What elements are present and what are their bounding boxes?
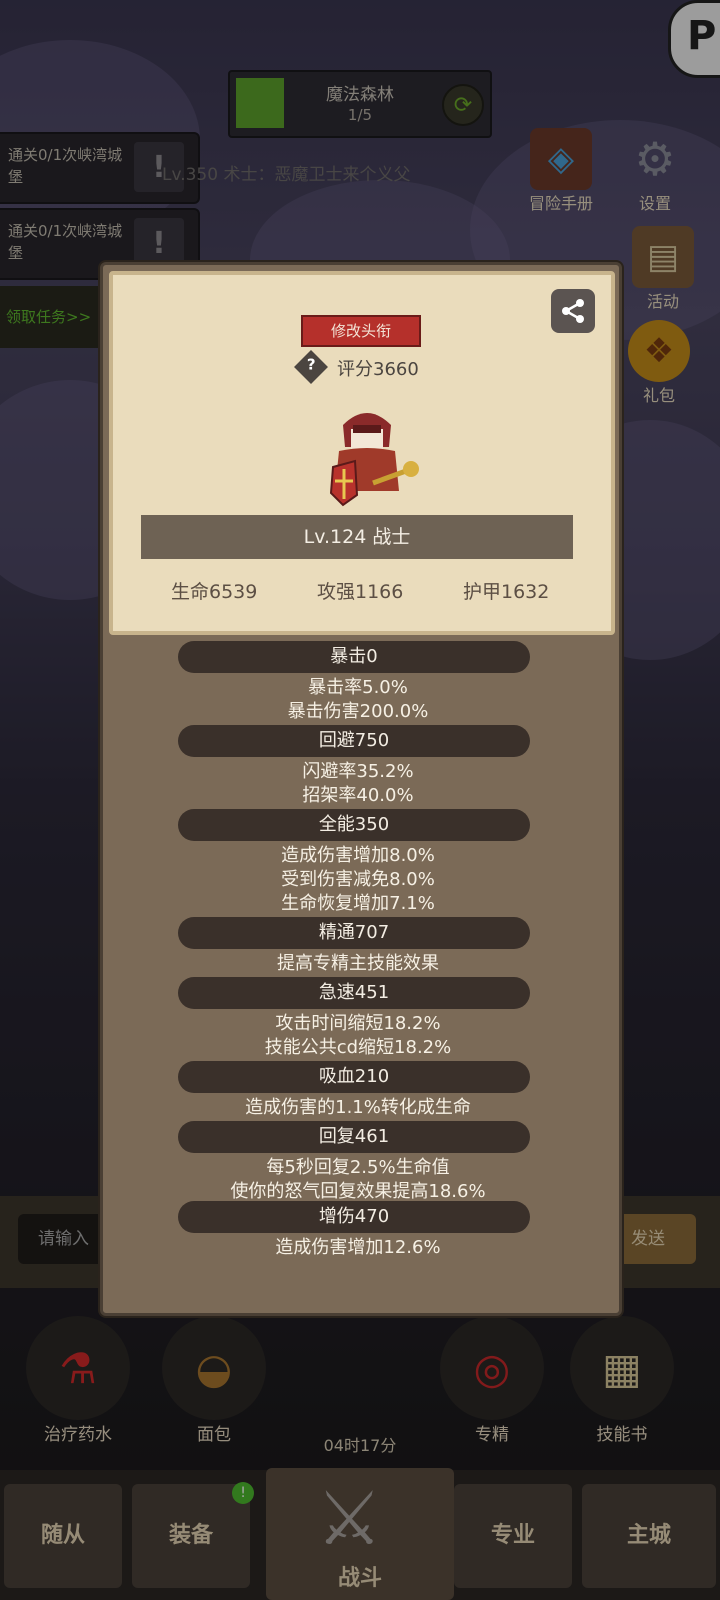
stat-line: 造成伤害的1.1%转化成生命 xyxy=(245,1097,471,1118)
stat-header-avoidance: 回避750 xyxy=(178,725,530,757)
stat-line: 使你的怒气回复效果提高18.6% xyxy=(230,1181,486,1202)
armor-stat: 护甲1632 xyxy=(463,581,550,603)
stat-header-mastery: 精通707 xyxy=(178,917,530,949)
share-icon[interactable] xyxy=(551,289,595,333)
hp-stat: 生命6539 xyxy=(171,581,258,603)
stat-header-damage-increase: 增伤470 xyxy=(178,1201,530,1233)
help-icon[interactable]: ? xyxy=(294,350,328,384)
character-profile-modal: 修改头衔 ? 评分3660 Lv.124 战士 生命6539 攻强1166 护甲… xyxy=(100,262,622,1316)
stat-line: 暴击伤害200.0% xyxy=(287,701,429,722)
stat-line: 造成伤害增加12.6% xyxy=(275,1237,441,1258)
stat-line: 技能公共cd缩短18.2% xyxy=(264,1037,452,1058)
stat-header-recovery: 回复461 xyxy=(178,1121,530,1153)
profile-card: 修改头衔 ? 评分3660 Lv.124 战士 生命6539 攻强1166 护甲… xyxy=(109,271,615,635)
stat-line: 招架率40.0% xyxy=(302,785,414,806)
stat-line: 提高专精主技能效果 xyxy=(277,953,439,974)
stat-line: 造成伤害增加8.0% xyxy=(281,845,435,866)
stat-line: 生命恢复增加7.1% xyxy=(281,893,435,914)
stat-header-haste: 急速451 xyxy=(178,977,530,1009)
stat-header-versatility: 全能350 xyxy=(178,809,530,841)
stat-line: 攻击时间缩短18.2% xyxy=(275,1013,441,1034)
stat-line: 受到伤害减免8.0% xyxy=(281,869,435,890)
level-class-banner: Lv.124 战士 xyxy=(141,515,573,559)
warrior-avatar xyxy=(313,395,421,515)
stat-header-lifesteal: 吸血210 xyxy=(178,1061,530,1093)
edit-title-button[interactable]: 修改头衔 xyxy=(301,315,421,347)
stat-line: 闪避率35.2% xyxy=(302,761,414,782)
stat-header-crit: 暴击0 xyxy=(178,641,530,673)
stat-line: 暴击率5.0% xyxy=(308,677,408,698)
attack-stat: 攻强1166 xyxy=(317,581,404,603)
stat-line: 每5秒回复2.5%生命值 xyxy=(266,1157,450,1178)
score-value: 评分3660 xyxy=(337,359,419,380)
